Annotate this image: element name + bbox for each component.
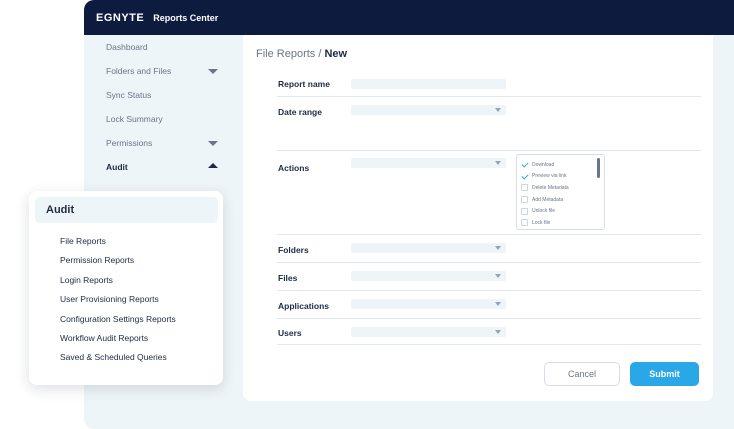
row-folders: Folders [277,235,701,263]
checklist-item-label: Preview via link [532,173,567,180]
sidebar-item-folders-and-files[interactable]: Folders and Files [84,59,234,83]
checklist-item[interactable]: Preview via link [521,171,604,183]
checkbox[interactable] [521,207,528,215]
audit-menu-item-file-reports[interactable]: File Reports [60,232,176,251]
chevron-down-icon [495,330,501,334]
checklist-item-label: Add Metadata [532,196,564,203]
sidebar-item-permissions[interactable]: Permissions [84,131,234,155]
checklist-item[interactable]: Delete Metadata [521,182,604,194]
checklist-item-label: Unlock file [532,208,556,215]
checklist-item[interactable]: Unlock file [521,205,604,217]
egnyte-logo[interactable]: EGNYTE [96,12,144,24]
audit-menu-item-configuration-settings-reports[interactable]: Configuration Settings Reports [60,310,176,329]
checkbox[interactable] [521,173,528,180]
submit-button[interactable]: Submit [630,362,699,386]
checklist-scrollbar[interactable] [597,158,600,178]
audit-menu-item-login-reports[interactable]: Login Reports [60,271,176,290]
audit-menu-item-saved-scheduled-queries[interactable]: Saved & Scheduled Queries [60,348,176,367]
row-applications: Applications [277,291,701,319]
row-actions: Actions Download Preview via link Delete… [277,151,701,235]
sidebar-item-dashboard[interactable]: Dashboard [84,35,234,59]
checklist-item-label: Lock file [532,219,551,226]
checkbox[interactable] [521,184,528,192]
sidebar-item-label: Permissions [106,138,153,148]
chevron-down-icon [495,246,501,250]
chevron-down-icon[interactable] [208,69,218,74]
breadcrumb-parent[interactable]: File Reports [256,48,315,60]
files-select[interactable] [351,271,506,281]
chevron-down-icon [495,274,501,278]
report-name-label: Report name [278,79,330,89]
app-title: Reports Center [153,12,219,23]
date-range-select[interactable] [351,105,506,115]
sidebar-item-label: Dashboard [106,42,148,52]
actions-select[interactable] [351,158,506,168]
chevron-down-icon [495,161,501,165]
actions-label: Actions [278,163,310,173]
users-select[interactable] [351,327,506,337]
checklist-item[interactable]: Lock file [521,217,604,229]
checklist-item-label: Download [532,161,555,168]
audit-menu-list: File Reports Permission Reports Login Re… [60,232,176,368]
files-label: Files [278,273,298,283]
sidebar-item-lock-summary[interactable]: Lock Summary [84,107,234,131]
applications-select[interactable] [351,299,506,309]
row-report-name: Report name [277,75,701,97]
row-date-range: Date range [277,97,701,151]
checklist-item[interactable]: Download [521,159,604,171]
chevron-up-icon[interactable] [208,163,218,168]
breadcrumb: File Reports / New [256,48,347,60]
sidebar: Dashboard Folders and Files Sync Status … [84,35,234,179]
sidebar-item-sync-status[interactable]: Sync Status [84,83,234,107]
checklist-item[interactable]: Add Metadata [521,194,604,206]
chevron-down-icon [495,302,501,306]
row-users: Users [277,319,701,345]
report-name-input[interactable] [351,79,506,89]
applications-label: Applications [278,301,330,311]
folders-label: Folders [278,245,309,255]
cancel-button[interactable]: Cancel [544,362,620,386]
audit-menu-title[interactable]: Audit [35,197,218,223]
report-form-panel: File Reports / New Report name Date rang… [243,35,713,401]
sidebar-item-label: Sync Status [106,90,152,100]
sidebar-item-label: Audit [106,162,128,172]
top-bar: EGNYTE Reports Center [84,0,734,35]
sidebar-item-label: Folders and Files [106,66,172,76]
sidebar-item-audit[interactable]: Audit [84,155,234,179]
users-label: Users [278,328,302,338]
sidebar-item-label: Lock Summary [106,114,163,124]
actions-checklist: Download Preview via link Delete Metadat… [516,154,605,230]
checklist-item-label: Delete Metadata [532,184,569,191]
audit-menu-item-user-provisioning-reports[interactable]: User Provisioning Reports [60,290,176,309]
chevron-down-icon [495,108,501,112]
audit-menu-item-workflow-audit-reports[interactable]: Workflow Audit Reports [60,329,176,348]
checkbox[interactable] [521,196,528,204]
checkbox[interactable] [521,161,528,168]
checkbox[interactable] [521,219,528,227]
breadcrumb-current: New [324,48,348,60]
audit-menu-popup: Audit File Reports Permission Reports Lo… [29,191,223,385]
audit-menu-item-permission-reports[interactable]: Permission Reports [60,251,176,270]
date-range-label: Date range [278,107,322,117]
row-files: Files [277,263,701,291]
chevron-down-icon[interactable] [208,141,218,146]
folders-select[interactable] [351,243,506,253]
